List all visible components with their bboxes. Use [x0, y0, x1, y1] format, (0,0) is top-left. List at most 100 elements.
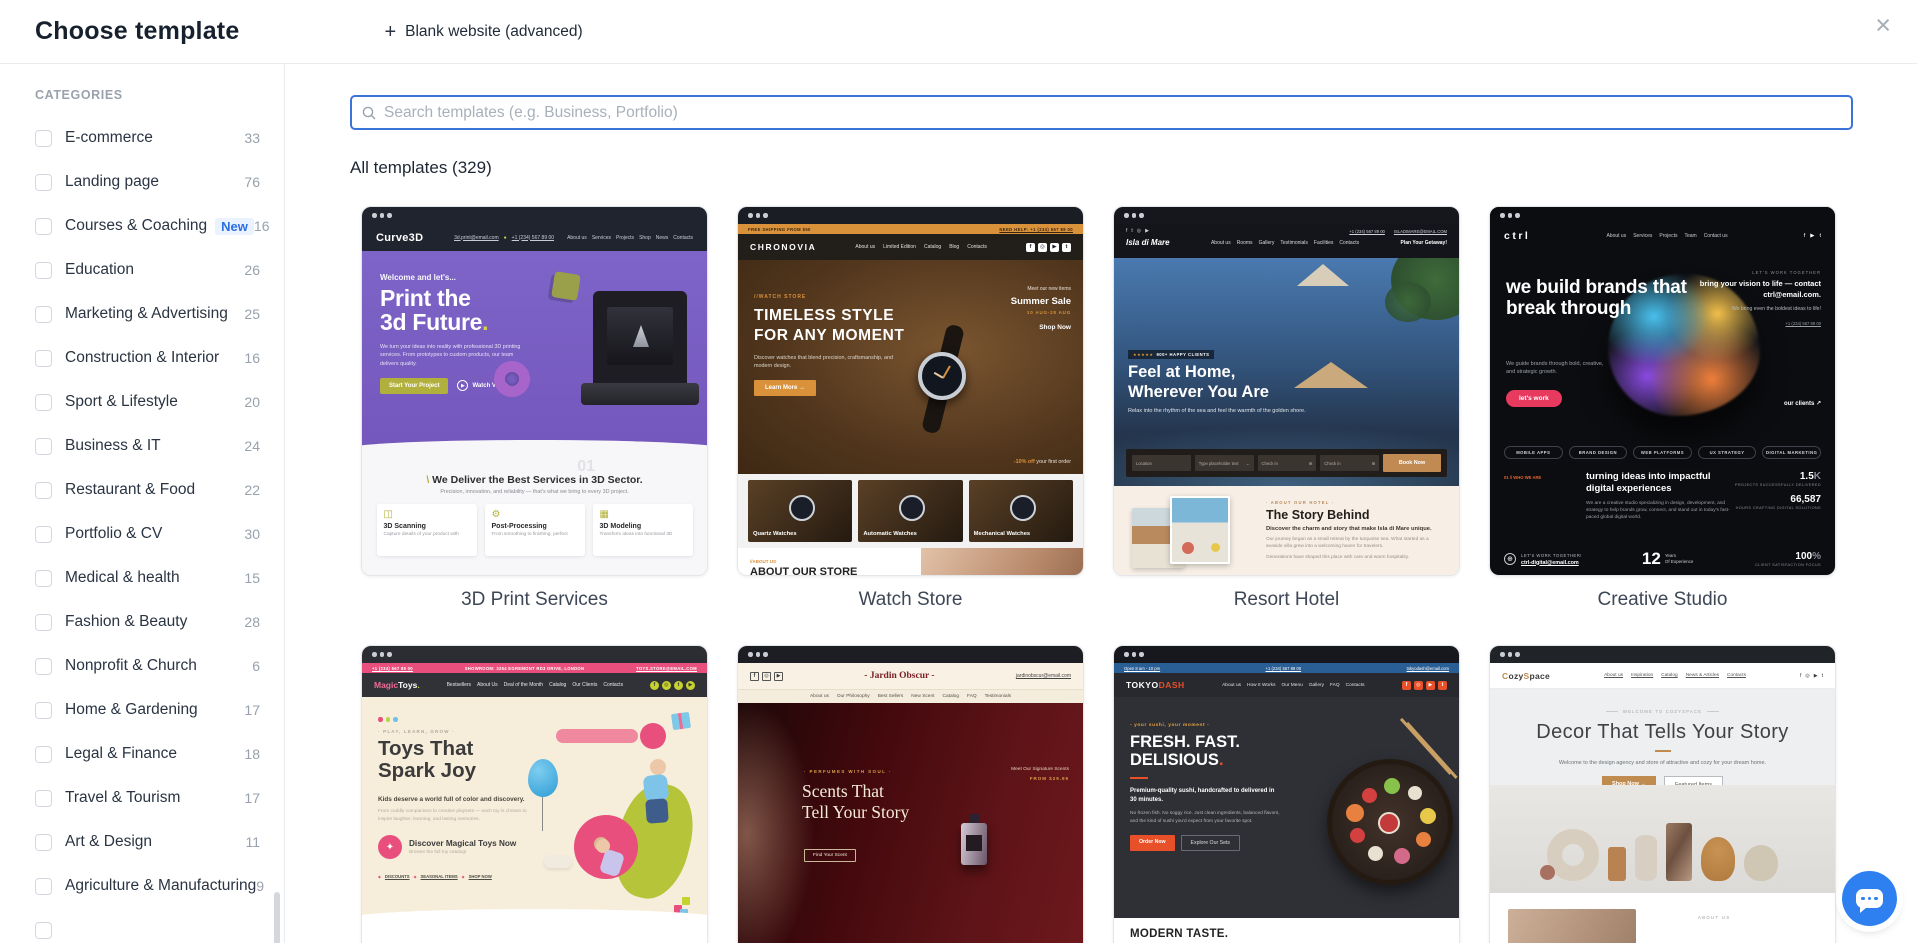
template-title: Creative Studio [1489, 589, 1836, 611]
sidebar-category-item[interactable]: Home & Gardening 17 [0, 688, 284, 732]
category-checkbox[interactable] [35, 350, 52, 367]
instagram-icon: ◎ [1038, 243, 1047, 252]
nav-item: FAQ [967, 694, 977, 699]
sidebar-category-item[interactable]: Restaurant & Food 22 [0, 468, 284, 512]
hero-desc: No frozen fish. No soggy rice. Just clea… [1130, 810, 1288, 825]
close-icon[interactable]: × [1875, 12, 1891, 39]
sidebar-category-item[interactable]: Medical & health 15 [0, 556, 284, 600]
mini-link: SHOP NOW [469, 874, 492, 879]
search-input[interactable] [384, 104, 1842, 122]
nav-item: Deal of the Month [504, 682, 543, 688]
chat-launcher-button[interactable] [1842, 871, 1897, 926]
sidebar-category-item[interactable]: Fashion & Beauty 28 [0, 600, 284, 644]
category-checkbox[interactable] [35, 746, 52, 763]
template-card-magictoys[interactable]: +1 (234) 567 89 00 SHOWROOM: 3254 EGREMO… [361, 645, 708, 943]
umbrella-shape [1297, 264, 1349, 286]
twitter-icon: t [1438, 681, 1447, 690]
category-checkbox[interactable] [35, 834, 52, 851]
sidebar-category-item[interactable]: Business & IT 24 [0, 424, 284, 468]
sidebar-category-item[interactable]: Nonprofit & Church 6 [0, 644, 284, 688]
hero-desc: Welcome to the design agency and store o… [1490, 760, 1835, 766]
perfume-bottle [961, 823, 987, 865]
mini-topbar-left: FREE SHIPPING FROM $50 [748, 227, 811, 232]
category-checkbox[interactable] [35, 614, 52, 631]
mini-cta-button: Start Your Project [380, 378, 448, 394]
category-checkbox[interactable] [35, 790, 52, 807]
nav-item: Catalog [1661, 673, 1678, 678]
sidebar-category-item-partial[interactable] [0, 908, 284, 943]
mini-hours: Open 8 am - 10 pm [1124, 666, 1160, 671]
nav-item: Contacts [1727, 673, 1746, 678]
categories-sidebar: CATEGORIES E-commerce 33 Landing page 76… [0, 64, 285, 943]
mini-phone: +1 (234) 567 89 00 [1699, 321, 1821, 326]
template-card-tokyodash[interactable]: Open 8 am - 10 pm +1 (234) 567 89 00 tok… [1113, 645, 1460, 943]
category-checkbox[interactable] [35, 130, 52, 147]
template-card-cozyspace[interactable]: CozySpace About usInspirationCatalogNews… [1489, 645, 1836, 943]
youtube-icon: ▶ [1145, 228, 1149, 234]
sidebar-category-item[interactable]: Sport & Lifestyle 20 [0, 380, 284, 424]
sidebar-category-item[interactable]: Courses & Coaching New 16 [0, 204, 284, 248]
mini-brand: MagicToys. [374, 680, 420, 690]
category-checkbox[interactable] [35, 218, 52, 235]
sidebar-category-item[interactable]: Portfolio & CV 30 [0, 512, 284, 556]
category-checkbox[interactable] [35, 658, 52, 675]
sidebar-category-item[interactable]: Travel & Tourism 17 [0, 776, 284, 820]
category-label: Sport & Lifestyle [65, 393, 178, 411]
sidebar-category-item[interactable]: E-commerce 33 [0, 116, 284, 160]
template-card-resort-hotel[interactable]: ft◎▶ +1 (234) 567 89 00 ISLADIMARE@EMAIL… [1113, 206, 1460, 645]
nav-item: About us [855, 244, 875, 250]
category-checkbox[interactable] [35, 878, 52, 895]
facebook-icon: f [1804, 233, 1806, 239]
template-card-jardin-obscur[interactable]: f◎▶ - Jardin Obscur - jardinobscur@email… [737, 645, 1084, 943]
category-checkbox[interactable] [35, 526, 52, 543]
nav-item: Shop [639, 235, 651, 241]
template-card-3d-print-services[interactable]: Curve3D 3d.print@email.com ● +1 (234) 56… [361, 206, 708, 645]
blank-website-button[interactable]: + Blank website (advanced) [384, 22, 582, 42]
nav-item: About us [1604, 673, 1623, 678]
story-subtitle: Discover the charm and story that make I… [1266, 526, 1446, 532]
diamond-icon: ◆ [378, 874, 381, 879]
section-subtitle: Precision, innovation, and reliability —… [362, 489, 707, 495]
category-count: 11 [245, 834, 260, 850]
sidebar-category-item[interactable]: Landing page 76 [0, 160, 284, 204]
browser-dots [1490, 207, 1835, 224]
category-checkbox[interactable] [35, 702, 52, 719]
sidebar-category-item[interactable]: Art & Design 11 [0, 820, 284, 864]
model-photo [738, 703, 848, 943]
instagram-icon: ◎ [1805, 673, 1809, 679]
nav-item: Facilities [1314, 240, 1333, 246]
sidebar-category-item[interactable]: Construction & Interior 16 [0, 336, 284, 380]
stat-value: 1.5K [1735, 471, 1821, 482]
template-title: Watch Store [737, 589, 1084, 611]
social-icons: f◎▶t [1026, 243, 1071, 252]
nav-item: How It Works [1247, 683, 1275, 688]
sidebar-category-item[interactable]: Education 26 [0, 248, 284, 292]
category-checkbox[interactable] [35, 174, 52, 191]
category-checkbox[interactable] [35, 262, 52, 279]
sidebar-category-item[interactable]: Legal & Finance 18 [0, 732, 284, 776]
category-checkbox[interactable] [35, 394, 52, 411]
printer-base [581, 383, 699, 405]
sidebar-category-item[interactable]: Agriculture & Manufacturing 9 [0, 864, 284, 908]
template-thumbnail: ft◎▶ +1 (234) 567 89 00 ISLADIMARE@EMAIL… [1113, 206, 1460, 576]
category-checkbox[interactable] [35, 922, 52, 939]
template-title: 3D Print Services [361, 589, 708, 611]
category-label: Home & Gardening [65, 701, 198, 719]
nav-item: Bestsellers [447, 682, 471, 688]
sidebar-category-item[interactable]: Marketing & Advertising 25 [0, 292, 284, 336]
book-now-button: Book Now [1383, 454, 1441, 472]
category-checkbox[interactable] [35, 306, 52, 323]
nav-item: News & Articles [1686, 673, 1719, 678]
footer-eyebrow: LET'S WORK TOGETHER! [1521, 553, 1582, 558]
service-icon: ⚙ [492, 510, 578, 520]
about-photo [1508, 909, 1636, 943]
template-card-creative-studio[interactable]: ctrl About usServicesProjectsTeamContact… [1489, 206, 1836, 645]
category-checkbox[interactable] [35, 438, 52, 455]
category-checkbox[interactable] [35, 482, 52, 499]
template-card-watch-store[interactable]: FREE SHIPPING FROM $50 NEED HELP: +1 (23… [737, 206, 1084, 645]
mini-phone: +1 (234) 567 89 00 [372, 666, 413, 671]
social-icons: f◎t▶ [650, 681, 695, 690]
category-checkbox[interactable] [35, 570, 52, 587]
sidebar-scrollbar[interactable] [274, 892, 280, 943]
instagram-icon: ◎ [762, 672, 771, 681]
